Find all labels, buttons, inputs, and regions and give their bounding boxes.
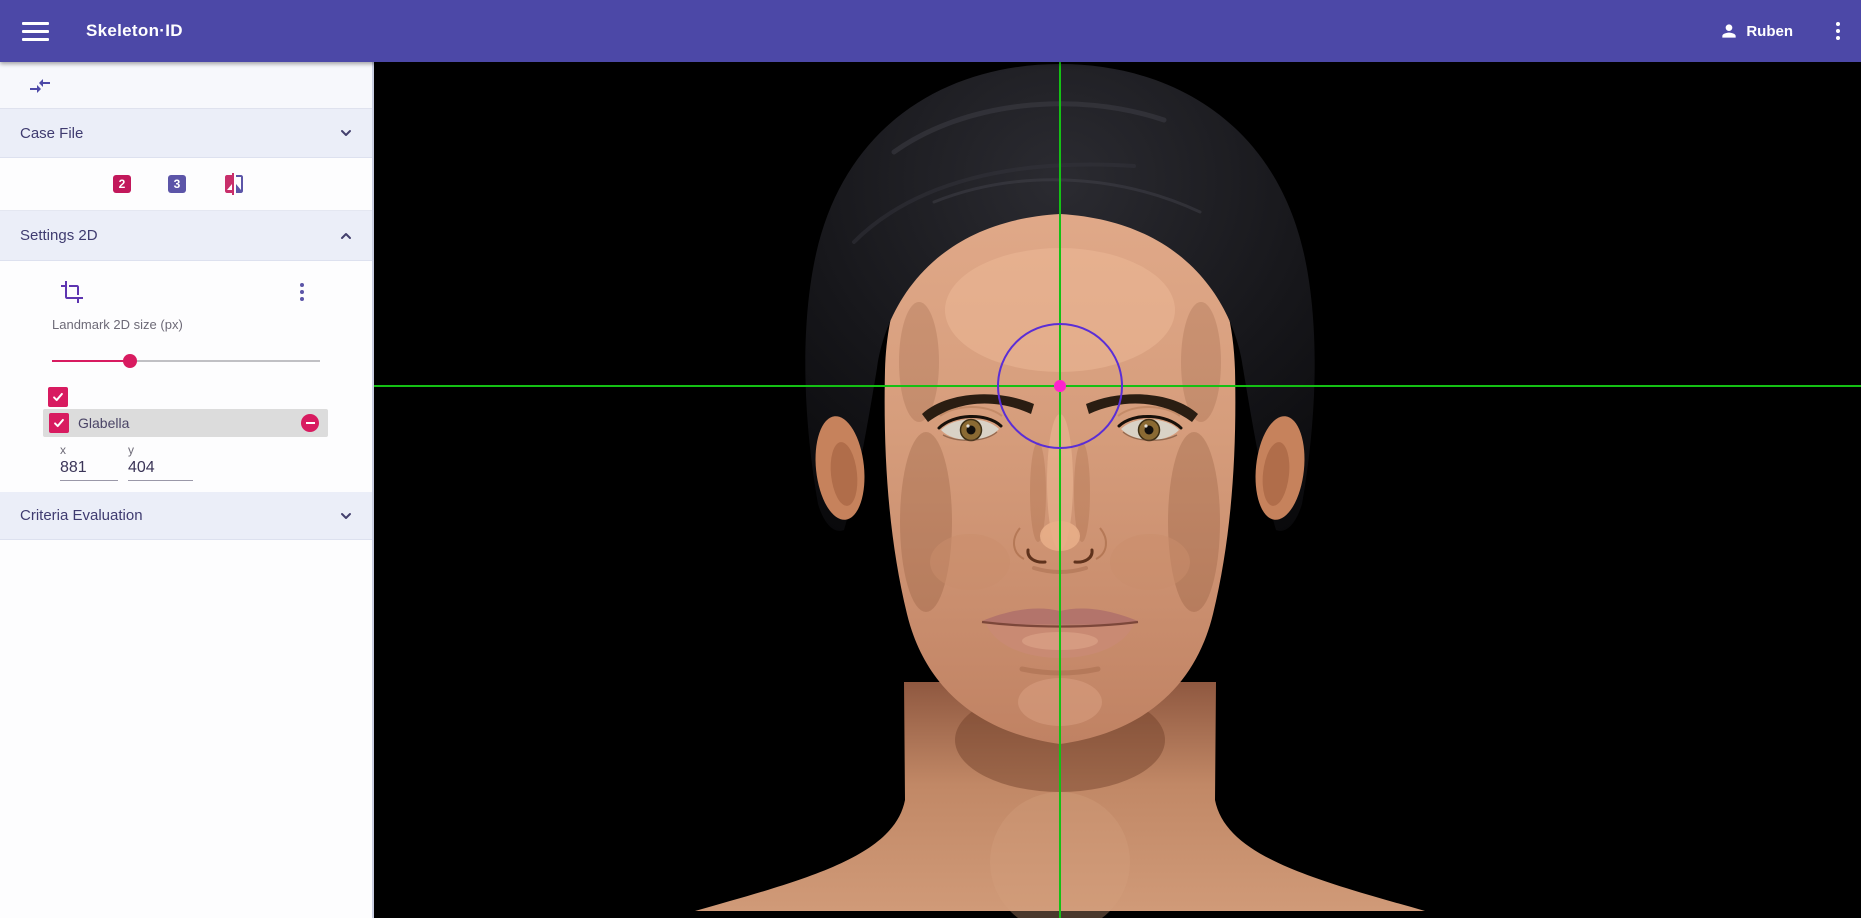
chevron-down-icon bbox=[338, 125, 354, 141]
landmark-name: Glabella bbox=[78, 415, 301, 431]
landmark-row-glabella[interactable]: Glabella bbox=[43, 409, 328, 437]
chevron-up-icon bbox=[338, 228, 354, 244]
crosshair-vertical-line bbox=[1059, 62, 1061, 918]
face-render bbox=[374, 62, 1861, 918]
view-2d-button[interactable]: 2 bbox=[113, 175, 131, 193]
landmark-size-label: Landmark 2D size (px) bbox=[52, 317, 183, 332]
image-viewport[interactable] bbox=[374, 62, 1861, 918]
x-input[interactable] bbox=[60, 457, 118, 481]
section-settings-2d[interactable]: Settings 2D bbox=[0, 211, 372, 261]
user-name: Ruben bbox=[1746, 23, 1793, 40]
check-icon bbox=[51, 390, 65, 404]
user-icon bbox=[1719, 21, 1739, 41]
user-menu[interactable]: Ruben bbox=[1719, 21, 1793, 41]
slider-thumb[interactable] bbox=[123, 354, 137, 368]
coordinate-x-field: x bbox=[60, 443, 118, 481]
glabella-landmark-dot[interactable] bbox=[1054, 380, 1066, 392]
minus-icon bbox=[306, 422, 315, 424]
case-file-label: Case File bbox=[20, 125, 83, 142]
y-input[interactable] bbox=[128, 457, 193, 481]
sidebar: Case File 2 3 Settings 2D Landmark bbox=[0, 62, 374, 918]
view-3d-button[interactable]: 3 bbox=[168, 175, 186, 193]
overflow-menu-icon[interactable] bbox=[1827, 20, 1849, 42]
panel-menu-icon[interactable] bbox=[294, 281, 310, 303]
coordinate-y-field: y bbox=[128, 443, 193, 481]
x-label: x bbox=[60, 443, 118, 457]
check-icon bbox=[52, 416, 66, 430]
section-case-file[interactable]: Case File bbox=[0, 109, 372, 158]
menu-icon[interactable] bbox=[22, 22, 49, 41]
chevron-down-icon bbox=[338, 508, 354, 524]
settings-2d-label: Settings 2D bbox=[20, 227, 98, 244]
select-all-checkbox[interactable] bbox=[48, 387, 68, 407]
view-switcher: 2 3 bbox=[0, 158, 372, 211]
compare-view-icon[interactable] bbox=[222, 172, 246, 196]
remove-landmark-button[interactable] bbox=[301, 414, 319, 432]
sidebar-toolbar bbox=[0, 62, 372, 109]
top-app-bar: Skeleton·ID Ruben bbox=[0, 0, 1861, 62]
section-criteria-evaluation[interactable]: Criteria Evaluation bbox=[0, 492, 372, 540]
app-window: Skeleton·ID Ruben Case File 2 3 bbox=[0, 0, 1861, 918]
compare-arrows-icon[interactable] bbox=[28, 74, 52, 98]
y-label: y bbox=[128, 443, 193, 457]
criteria-evaluation-label: Criteria Evaluation bbox=[20, 507, 143, 524]
settings-2d-panel: Landmark 2D size (px) Glabella bbox=[0, 261, 372, 492]
glabella-checkbox[interactable] bbox=[49, 413, 69, 433]
app-title: Skeleton·ID bbox=[86, 21, 183, 41]
landmark-size-slider[interactable] bbox=[52, 353, 320, 369]
crop-landmark-icon[interactable] bbox=[60, 280, 84, 304]
